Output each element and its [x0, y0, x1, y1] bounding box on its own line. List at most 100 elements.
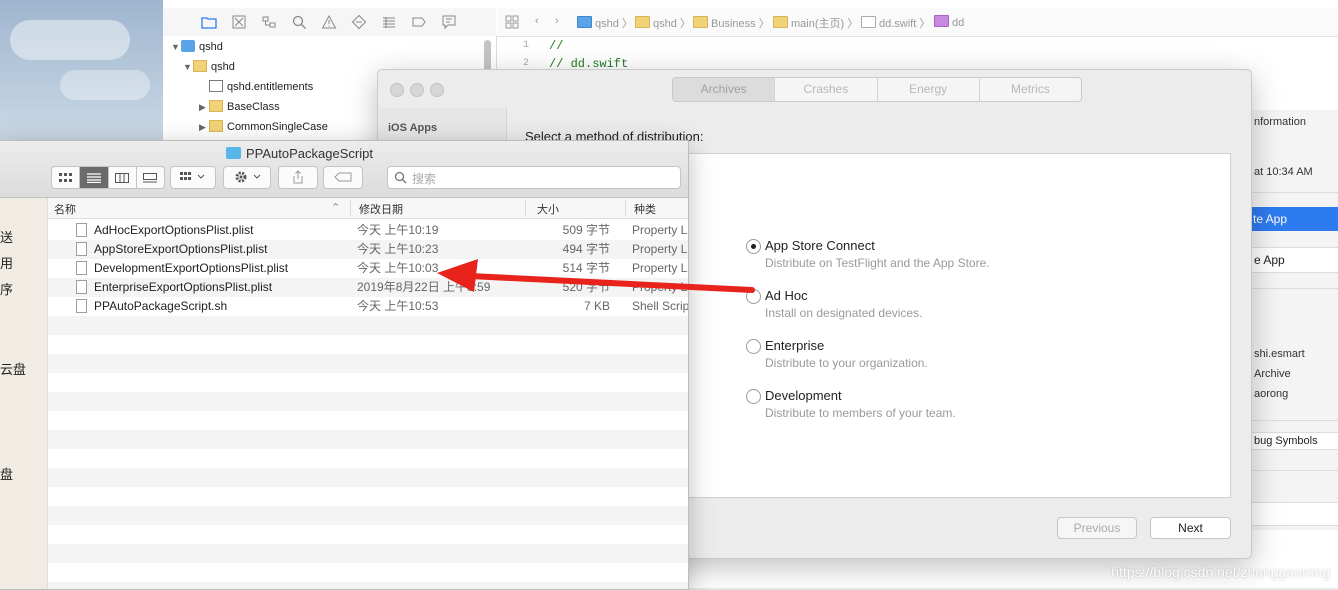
- file-row[interactable]: AppStoreExportOptionsPlist.plist 今天 上午10…: [48, 240, 688, 259]
- breadcrumb-folder[interactable]: qshd 〉: [635, 15, 691, 31]
- action-menu-button[interactable]: [223, 166, 271, 189]
- folder-icon: [209, 100, 223, 112]
- sidebar-item[interactable]: 序: [0, 279, 13, 298]
- organizer-tabs: Archives Crashes Energy Metrics: [672, 77, 1082, 102]
- sidebar-item[interactable]: 盘: [0, 464, 13, 483]
- file-row[interactable]: PPAutoPackageScript.sh 今天 上午10:53 7 KB S…: [48, 297, 688, 316]
- option-description: Distribute on TestFlight and the App Sto…: [765, 256, 990, 270]
- file-row[interactable]: DevelopmentExportOptionsPlist.plist 今天 上…: [48, 259, 688, 278]
- back-chevron-icon[interactable]: ‹: [535, 15, 539, 27]
- disclosure-closed-icon[interactable]: ▶: [199, 97, 209, 117]
- search-field[interactable]: 搜索: [387, 166, 681, 189]
- breadcrumb-project[interactable]: qshd 〉: [577, 15, 633, 31]
- previous-button[interactable]: Previous: [1057, 517, 1137, 539]
- radio-icon[interactable]: [746, 289, 761, 304]
- tree-item-folder[interactable]: ▼ qshd: [183, 57, 235, 77]
- column-kind[interactable]: 种类: [634, 201, 656, 217]
- file-row[interactable]: AdHocExportOptionsPlist.plist 今天 上午10:19…: [48, 221, 688, 240]
- breadcrumb-class[interactable]: dd: [934, 15, 964, 29]
- tree-item-commonsinglecase[interactable]: ▶ CommonSingleCase: [199, 117, 328, 137]
- minimize-window-button[interactable]: [410, 83, 424, 97]
- sidebar-item[interactable]: 用: [0, 253, 13, 272]
- breadcrumb-label: main(主页): [791, 18, 845, 30]
- tree-item-baseclass[interactable]: ▶ BaseClass: [199, 97, 280, 117]
- column-size[interactable]: 大小: [537, 201, 559, 217]
- file-kind: Property L: [632, 242, 688, 256]
- breadcrumb-main[interactable]: main(主页) 〉: [773, 15, 858, 31]
- find-navigator-icon[interactable]: [291, 14, 307, 30]
- file-size: 520 字节: [562, 280, 610, 294]
- file-kind: Shell Scrip: [632, 299, 689, 313]
- line-number: 1: [523, 40, 530, 51]
- search-icon: [394, 171, 407, 184]
- tree-item-entitlements[interactable]: qshd.entitlements: [199, 77, 313, 97]
- tab-metrics[interactable]: Metrics: [980, 78, 1081, 101]
- issue-navigator-icon[interactable]: [321, 14, 337, 30]
- folder-icon: [693, 16, 708, 28]
- group-icon: [180, 172, 205, 180]
- close-window-button[interactable]: [390, 83, 404, 97]
- distribute-app-button[interactable]: te App: [1251, 207, 1338, 231]
- option-enterprise[interactable]: Enterprise Distribute to your organizati…: [746, 338, 1046, 372]
- group-by-button[interactable]: [170, 166, 216, 189]
- download-debug-symbols-button[interactable]: bug Symbols: [1251, 432, 1338, 450]
- class-icon: [934, 15, 949, 27]
- symbol-navigator-icon[interactable]: [261, 14, 277, 30]
- inspector-field[interactable]: [1251, 502, 1338, 526]
- column-view-button[interactable]: [109, 167, 137, 188]
- option-app-store-connect[interactable]: App Store Connect Distribute on TestFlig…: [746, 238, 1046, 272]
- option-ad-hoc[interactable]: Ad Hoc Install on designated devices.: [746, 288, 1046, 322]
- list-view-button[interactable]: [80, 167, 109, 188]
- tree-item-label: qshd.entitlements: [227, 81, 314, 93]
- project-navigator-icon[interactable]: [201, 14, 217, 30]
- forward-chevron-icon[interactable]: ›: [555, 15, 559, 27]
- option-title: Enterprise: [765, 338, 825, 353]
- validate-app-button[interactable]: e App: [1251, 247, 1338, 273]
- tab-archives[interactable]: Archives: [673, 78, 776, 101]
- tree-item-label: qshd: [199, 41, 223, 53]
- file-name: AppStoreExportOptionsPlist.plist: [94, 242, 268, 256]
- debug-navigator-icon[interactable]: [381, 14, 397, 30]
- sort-ascending-icon[interactable]: ⌃: [331, 201, 340, 214]
- option-development[interactable]: Development Distribute to members of you…: [746, 388, 1046, 422]
- related-items-icon[interactable]: [505, 15, 519, 29]
- file-list: AdHocExportOptionsPlist.plist 今天 上午10:19…: [48, 221, 688, 589]
- file-date: 今天 上午10:23: [357, 242, 439, 256]
- radio-icon[interactable]: [746, 339, 761, 354]
- team-value: shi.esmart: [1254, 348, 1305, 360]
- zoom-window-button[interactable]: [430, 83, 444, 97]
- option-description: Distribute to your organization.: [765, 356, 928, 370]
- tags-button[interactable]: [323, 166, 363, 189]
- breadcrumb-business[interactable]: Business 〉: [693, 15, 770, 31]
- source-control-icon[interactable]: [231, 14, 247, 30]
- share-button[interactable]: [278, 166, 318, 189]
- breakpoint-navigator-icon[interactable]: [411, 14, 427, 30]
- column-name[interactable]: 名称: [54, 201, 76, 217]
- breadcrumb-label: qshd: [653, 18, 677, 30]
- tree-item-project[interactable]: ▼ qshd: [171, 37, 223, 57]
- radio-icon[interactable]: [746, 389, 761, 404]
- gallery-view-button[interactable]: [137, 167, 164, 188]
- icon-view-button[interactable]: [52, 167, 81, 188]
- breadcrumb-file[interactable]: dd.swift 〉: [861, 15, 930, 31]
- tab-crashes[interactable]: Crashes: [775, 78, 878, 101]
- disclosure-open-icon[interactable]: ▼: [171, 37, 181, 57]
- test-navigator-icon[interactable]: [351, 14, 367, 30]
- breadcrumb-label: Business: [711, 18, 756, 30]
- file-size: 514 字节: [562, 261, 610, 275]
- swift-file-icon: [861, 16, 876, 28]
- sidebar-item[interactable]: 云盘: [0, 359, 26, 378]
- next-button[interactable]: Next: [1150, 517, 1231, 539]
- navigator-toolbar: [163, 8, 496, 37]
- folder-icon: [635, 16, 650, 28]
- file-row[interactable]: EnterpriseExportOptionsPlist.plist 2019年…: [48, 278, 688, 297]
- report-navigator-icon[interactable]: [441, 14, 457, 30]
- tab-energy[interactable]: Energy: [878, 78, 980, 101]
- sidebar-item[interactable]: 送: [0, 227, 13, 246]
- disclosure-closed-icon[interactable]: ▶: [199, 117, 209, 137]
- tag-icon: [334, 172, 352, 182]
- column-date[interactable]: 修改日期: [359, 201, 403, 217]
- disclosure-open-icon[interactable]: ▼: [183, 57, 193, 77]
- radio-selected-icon[interactable]: [746, 239, 761, 254]
- file-date: 2019年8月22日 上午8:59: [357, 280, 491, 294]
